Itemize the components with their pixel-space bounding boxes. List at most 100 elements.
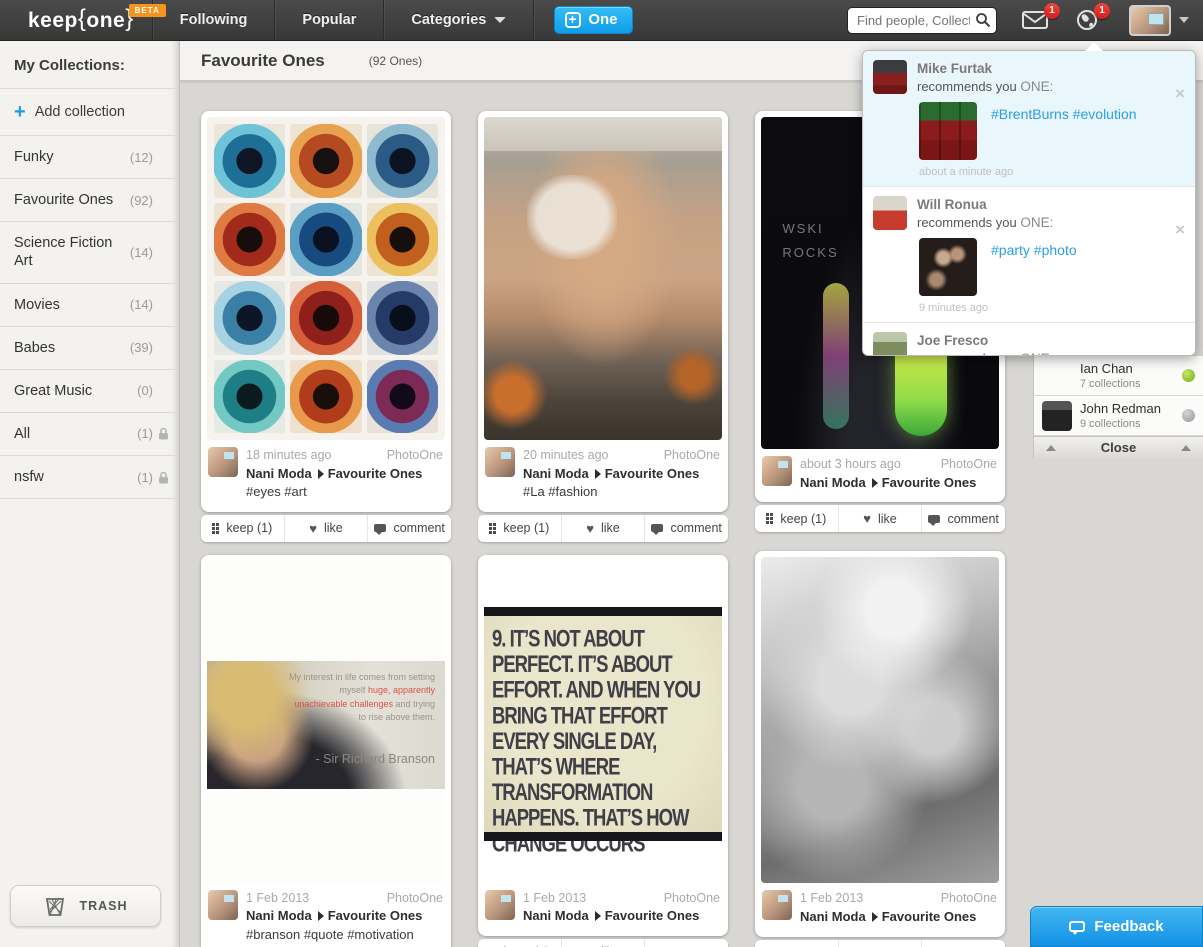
trash-button[interactable]: TRASH	[10, 885, 161, 927]
notification-thumbnail[interactable]	[919, 238, 977, 297]
nav-following[interactable]: Following	[153, 0, 275, 40]
card-timestamp: about 3 hours ago	[800, 457, 901, 471]
card-image-fashion[interactable]	[484, 117, 722, 440]
notification-item[interactable]: Joe Fresco recommends you ONE: #army #gr…	[863, 323, 1195, 355]
card-owner[interactable]: Nani Moda	[800, 475, 866, 490]
sidebar-item-science-fiction-art[interactable]: Science Fiction Art (14)	[0, 222, 179, 284]
comment-button[interactable]: comment	[644, 938, 728, 947]
card-gym-quote[interactable]: 9. IT’S NOT ABOUT PERFECT. IT’S ABOUT EF…	[478, 554, 728, 936]
keep-button[interactable]: keep (1)	[755, 505, 838, 533]
card-image-eyes[interactable]	[207, 117, 445, 440]
notification-item[interactable]: Mike Furtak recommends you ONE: #BrentBu…	[863, 51, 1195, 188]
card-source[interactable]: PhotoOne	[387, 890, 443, 908]
card-tags[interactable]: #eyes #art	[246, 483, 443, 501]
card-tags[interactable]: #branson #quote #motivation	[246, 926, 443, 944]
like-button[interactable]: ♥like	[560, 514, 645, 542]
close-icon[interactable]: ×	[1175, 221, 1185, 238]
sidebar-item-funky[interactable]: Funky (12)	[0, 136, 179, 180]
card-bw-portrait[interactable]: 1 Feb 2013 PhotoOne Nani Moda Favourite On…	[755, 551, 1005, 937]
notification-tags[interactable]: #BrentBurns #evolution	[991, 102, 1137, 122]
card-eyes[interactable]: 18 minutes ago PhotoOne Nani Moda Favourit…	[201, 111, 451, 512]
card-owner[interactable]: Nani Moda	[523, 908, 589, 923]
logo-text: keep{one}	[28, 5, 134, 32]
card-collection[interactable]: Favourite Ones	[328, 466, 423, 481]
card-fashion[interactable]: 20 minutes ago PhotoOne Nani Moda Favourit…	[478, 111, 728, 512]
beta-badge: BETA	[128, 4, 166, 17]
avatar[interactable]	[208, 889, 238, 920]
online-user-name: John Redman	[1080, 401, 1161, 417]
card-source[interactable]: PhotoOne	[941, 456, 997, 474]
card-source[interactable]: PhotoOne	[664, 447, 720, 465]
notification-item[interactable]: Will Ronua recommends you ONE: #party #p…	[863, 187, 1195, 324]
page-title: Favourite Ones	[201, 50, 325, 70]
messages-button[interactable]: 1	[1008, 0, 1062, 40]
avatar[interactable]	[485, 889, 515, 920]
card-timestamp: 1 Feb 2013	[800, 891, 864, 906]
card-branson[interactable]: My interest in life comes from setting m…	[201, 554, 451, 947]
feedback-button[interactable]: Feedback	[1030, 906, 1203, 947]
comment-button[interactable]: comment	[644, 514, 728, 542]
card-image-gym-quote[interactable]: 9. IT’S NOT ABOUT PERFECT. IT’S ABOUT EF…	[484, 560, 722, 883]
keep-button[interactable]: keep (1)	[755, 939, 838, 947]
avatar	[1042, 361, 1072, 391]
sidebar-item-babes[interactable]: Babes (39)	[0, 327, 179, 370]
avatar[interactable]	[762, 890, 792, 921]
app-logo[interactable]: keep{one} BETA	[0, 0, 166, 40]
avatar	[1129, 4, 1171, 36]
notification-user[interactable]: Joe Fresco	[917, 332, 1185, 350]
close-icon[interactable]: ×	[1175, 85, 1185, 102]
card-source[interactable]: PhotoOne	[664, 890, 720, 908]
sidebar-item-all[interactable]: All (1)	[0, 413, 179, 456]
notifications-button[interactable]: 1	[1062, 0, 1112, 40]
sidebar-item-nsfw[interactable]: nsfw (1)	[0, 456, 179, 500]
notification-user[interactable]: Will Ronua	[917, 196, 1185, 214]
card-collection[interactable]: Favourite Ones	[882, 475, 977, 490]
card-owner[interactable]: Nani Moda	[800, 909, 866, 924]
keep-button[interactable]: keep (1)	[478, 938, 561, 947]
add-one-button[interactable]: One	[554, 6, 633, 34]
chat-close-bar[interactable]: Close	[1034, 436, 1203, 458]
card-owner[interactable]: Nani Moda	[246, 908, 312, 923]
keep-button[interactable]: keep (1)	[478, 514, 561, 542]
like-button[interactable]: ♥like	[283, 514, 368, 542]
nav-categories[interactable]: Categories	[384, 0, 533, 40]
notification-user[interactable]: Mike Furtak	[917, 60, 1185, 78]
card-image-bw-portrait[interactable]	[761, 557, 999, 884]
online-user-row[interactable]: John Redman 9 collections	[1034, 396, 1203, 436]
sidebar-item-great-music[interactable]: Great Music (0)	[0, 370, 179, 413]
card-source[interactable]: PhotoOne	[387, 447, 443, 465]
avatar[interactable]	[873, 332, 907, 355]
keep-button[interactable]: keep (1)	[201, 514, 284, 542]
sidebar-item-favourite-ones[interactable]: Favourite Ones (92)	[0, 179, 179, 223]
avatar[interactable]	[762, 456, 792, 486]
avatar[interactable]	[208, 447, 238, 477]
card-collection[interactable]: Favourite Ones	[328, 908, 423, 923]
online-user-row[interactable]: Ian Chan 7 collections	[1034, 356, 1203, 396]
sidebar-item-movies[interactable]: Movies (14)	[0, 284, 179, 327]
comment-button[interactable]: comment	[367, 514, 451, 542]
avatar[interactable]	[873, 196, 907, 231]
card-collection[interactable]: Favourite Ones	[605, 908, 700, 923]
card-tags[interactable]: #La #fashion	[523, 483, 720, 501]
nav-popular[interactable]: Popular	[275, 0, 383, 40]
like-button[interactable]: ♥like	[837, 939, 922, 947]
account-menu[interactable]	[1113, 4, 1203, 36]
comment-button[interactable]: comment	[921, 939, 1005, 947]
online-users-panel: Ian Chan 7 collections John Redman 9 col…	[1033, 356, 1203, 458]
avatar[interactable]	[485, 447, 515, 477]
like-button[interactable]: ♥like	[837, 505, 922, 533]
card-source[interactable]: PhotoOne	[941, 890, 997, 908]
comment-button[interactable]: comment	[921, 505, 1005, 533]
card-collection[interactable]: Favourite Ones	[882, 909, 977, 924]
notification-thumbnail[interactable]	[919, 102, 977, 161]
arrow-right-icon	[594, 468, 601, 479]
card-owner[interactable]: Nani Moda	[523, 466, 589, 481]
notification-tags[interactable]: #party #photo	[991, 238, 1077, 258]
add-collection-button[interactable]: + Add collection	[0, 89, 179, 136]
like-button[interactable]: ♥like	[560, 938, 645, 947]
card-collection[interactable]: Favourite Ones	[605, 466, 700, 481]
avatar[interactable]	[873, 60, 907, 94]
card-owner[interactable]: Nani Moda	[246, 466, 312, 481]
dropdown-notch	[1085, 42, 1103, 51]
card-image-branson[interactable]: My interest in life comes from setting m…	[207, 560, 445, 883]
